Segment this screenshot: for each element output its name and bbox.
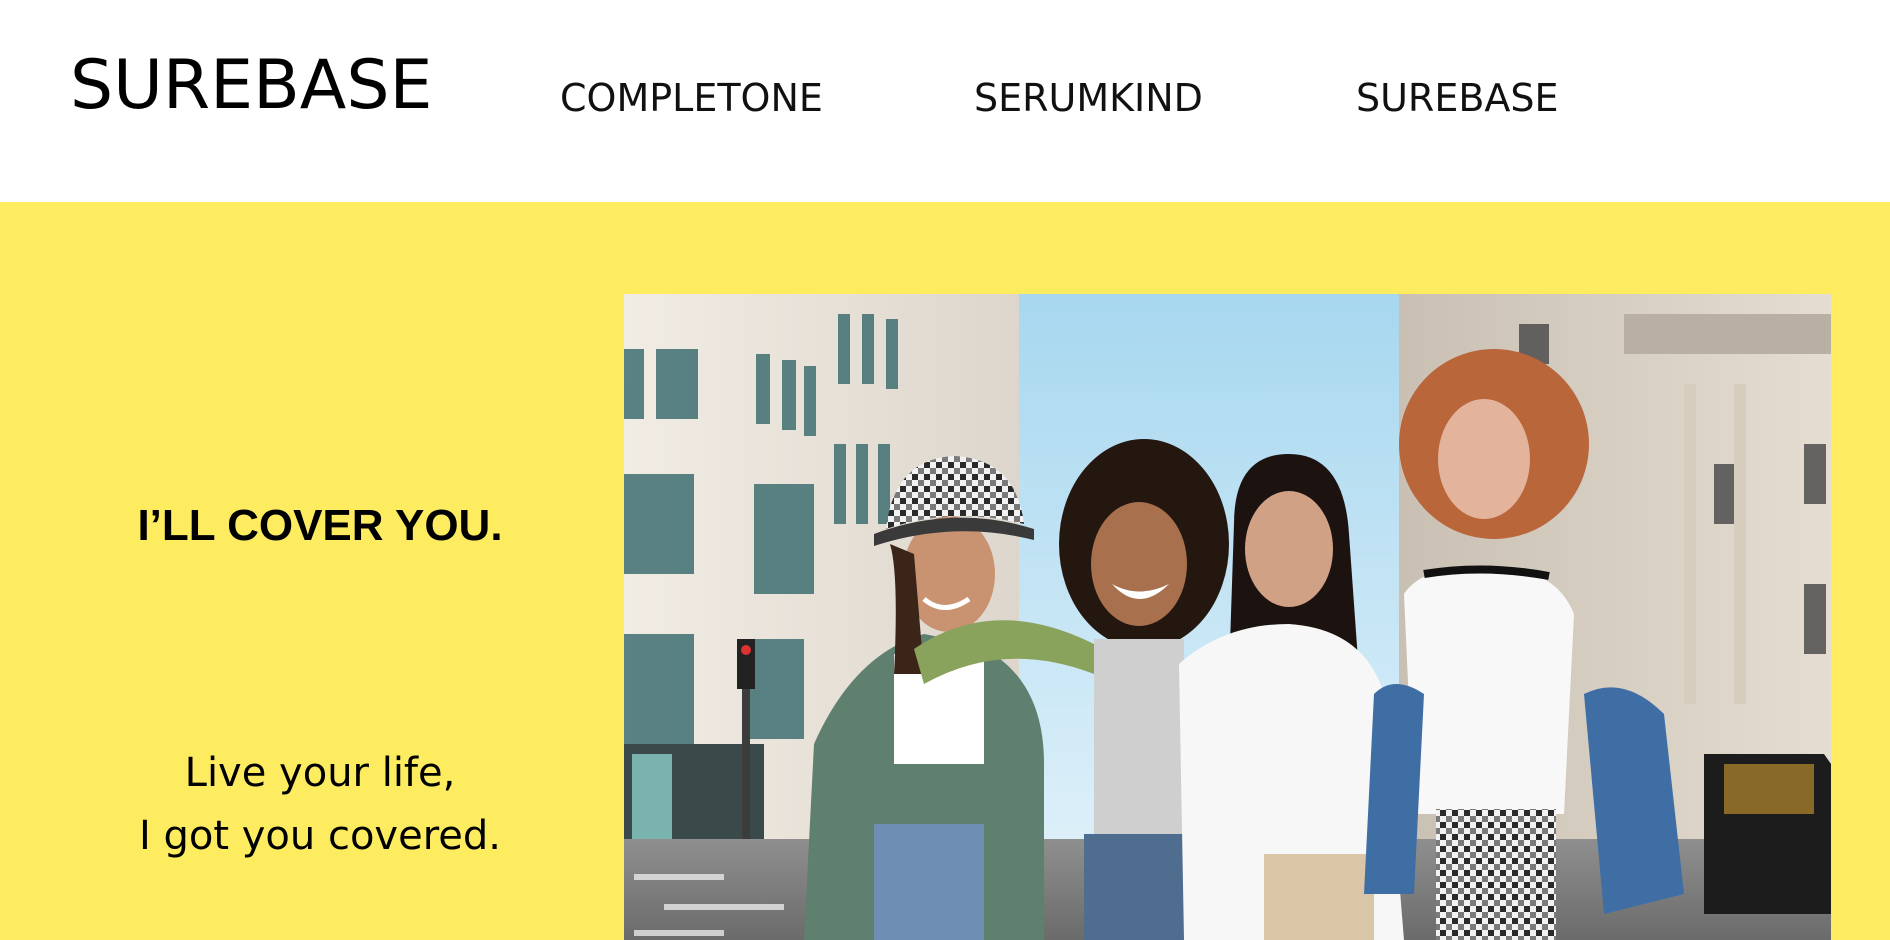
hero-tagline-line-2: I got you covered.: [138, 813, 501, 859]
hero-copy: I’LL COVER YOU. Live your life, I got yo…: [0, 202, 640, 940]
hero-section: I’LL COVER YOU. Live your life, I got yo…: [0, 202, 1890, 940]
logo[interactable]: SUREBASE: [70, 40, 432, 132]
hero-headline: I’LL COVER YOU.: [137, 501, 503, 550]
hero-photo-illustration: [624, 294, 1831, 940]
nav-link-serumkind[interactable]: SERUMKIND: [974, 72, 1203, 124]
nav-link-surebase[interactable]: SUREBASE: [1356, 72, 1559, 124]
site-header: SUREBASE COMPLETONE SERUMKIND SUREBASE: [0, 0, 1890, 202]
hero-tagline-line-1: Live your life,: [184, 750, 456, 796]
nav-link-completone[interactable]: COMPLETONE: [560, 72, 823, 124]
hero-photo: [624, 294, 1831, 940]
